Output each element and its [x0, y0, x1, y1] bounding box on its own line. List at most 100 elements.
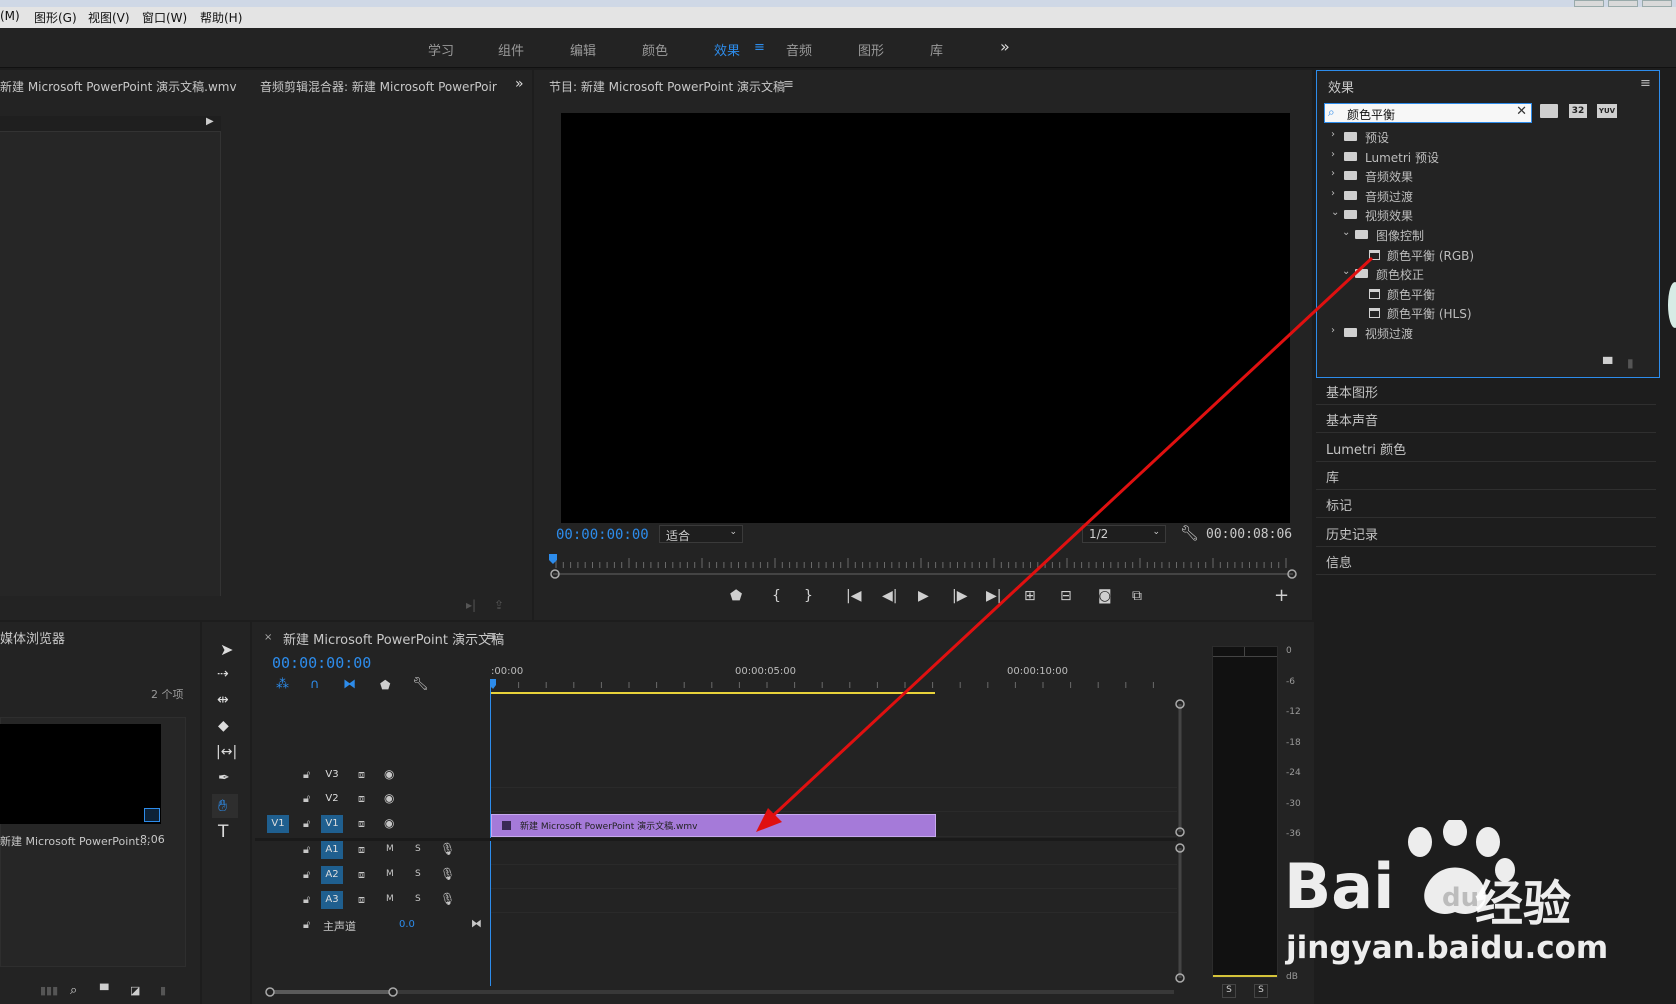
mute-button[interactable]: M: [386, 894, 394, 904]
menu-item-view[interactable]: 视图(V): [88, 9, 130, 26]
linked-selection-icon[interactable]: ⧓: [343, 677, 356, 692]
play-icon[interactable]: ▶: [918, 588, 929, 604]
side-panel-tab[interactable]: 库: [1316, 461, 1656, 490]
media-browser-title[interactable]: 媒体浏览器: [0, 628, 65, 647]
camera-icon[interactable]: ◙: [1098, 588, 1112, 604]
timeline-clip[interactable]: 新建 Microsoft PowerPoint 演示文稿.wmv: [491, 814, 936, 837]
side-panel-tab[interactable]: 基本图形: [1316, 376, 1656, 405]
chevron-down-icon[interactable]: ⌄: [1331, 207, 1339, 218]
maximize-button[interactable]: [1608, 0, 1638, 7]
chevron-right-icon[interactable]: ›: [1331, 168, 1335, 179]
timeline-horizontal-scroll[interactable]: [264, 984, 1184, 1000]
lane-a3[interactable]: [491, 889, 1177, 913]
timeline-timecode[interactable]: 00:00:00:00: [272, 654, 371, 672]
track-a3-label[interactable]: A3: [321, 891, 343, 909]
side-panel-tab[interactable]: 历史记录: [1316, 518, 1656, 547]
tab-editing[interactable]: 编辑: [570, 40, 596, 59]
step-forward-icon[interactable]: |▶: [952, 588, 967, 604]
sync-lock-icon[interactable]: ⧈: [358, 843, 365, 857]
program-video-screen[interactable]: [561, 113, 1290, 523]
mark-in-icon[interactable]: {: [772, 588, 781, 604]
timeline-settings-icon[interactable]: 🔧︎: [412, 677, 429, 692]
sync-lock-icon[interactable]: ⧈: [358, 817, 365, 831]
track-v2-label[interactable]: V2: [321, 790, 343, 808]
pen-tool-icon[interactable]: ✒: [218, 770, 230, 786]
side-panel-tab[interactable]: 基本声音: [1316, 404, 1656, 434]
timeline-title[interactable]: 新建 Microsoft PowerPoint 演示文稿: [283, 629, 504, 648]
lane-a2[interactable]: [491, 865, 1177, 889]
track-a1-label[interactable]: A1: [321, 841, 343, 859]
trash-icon[interactable]: ▮: [160, 984, 166, 997]
tab-libraries[interactable]: 库: [930, 40, 943, 59]
timeline-vertical-scroll[interactable]: [1170, 696, 1190, 986]
program-menu-icon[interactable]: ≡: [783, 77, 794, 92]
workspace-overflow-icon[interactable]: »: [1000, 37, 1010, 56]
list-view-icon[interactable]: ▮▮▮: [40, 984, 58, 997]
effects-menu-icon[interactable]: ≡: [1640, 76, 1651, 91]
tab-effects[interactable]: 效果: [714, 40, 740, 59]
snap-icon[interactable]: ⁂: [276, 677, 289, 692]
export-icon[interactable]: ⇪: [494, 598, 504, 612]
lane-v2[interactable]: [491, 788, 1177, 812]
menu-item-help[interactable]: 帮助(H): [200, 9, 242, 26]
trash-icon[interactable]: ▮: [1627, 356, 1634, 370]
source-panel-title[interactable]: 新建 Microsoft PowerPoint 演示文稿.wmv: [0, 78, 237, 95]
chevron-right-icon[interactable]: ›: [1331, 149, 1335, 160]
find-icon[interactable]: ⌕: [70, 983, 77, 998]
lock-icon[interactable]: 🔓︎: [303, 792, 310, 806]
track-v3-label[interactable]: V3: [321, 766, 343, 784]
microphone-icon[interactable]: 🎙︎: [440, 867, 455, 881]
new-item-icon[interactable]: ◪: [130, 984, 140, 997]
track-v1-label[interactable]: V1: [321, 815, 343, 833]
lock-icon[interactable]: 🔓︎: [303, 893, 310, 907]
effects-search-input[interactable]: ⌕ 颜色平衡 ✕: [1324, 103, 1532, 123]
lock-icon[interactable]: 🔓︎: [303, 868, 310, 882]
yuv-effects-icon[interactable]: YUV: [1597, 104, 1617, 118]
lock-icon[interactable]: 🔓︎: [303, 768, 310, 782]
lock-icon[interactable]: 🔓︎: [303, 918, 310, 932]
effects-panel-title[interactable]: 效果: [1328, 77, 1354, 96]
tab-audio[interactable]: 音频: [786, 40, 812, 59]
clear-search-icon[interactable]: ✕: [1516, 104, 1527, 119]
insert-icon[interactable]: ▸|: [466, 598, 476, 612]
hand-tool-icon[interactable]: ✋︎: [218, 796, 227, 816]
timeline-menu-icon[interactable]: ≡: [486, 629, 497, 644]
eye-icon[interactable]: ◉: [384, 791, 394, 805]
new-bin-icon[interactable]: ▀: [1603, 357, 1612, 371]
edge-scroll-handle[interactable]: [1668, 282, 1676, 328]
tab-learn[interactable]: 学习: [428, 40, 454, 59]
meter-solo-left[interactable]: S: [1222, 984, 1236, 998]
track-select-tool-icon[interactable]: ⇢: [217, 666, 229, 682]
tab-effects-menu-icon[interactable]: ≡: [754, 40, 765, 55]
tab-color[interactable]: 颜色: [642, 40, 668, 59]
lock-icon[interactable]: 🔓︎: [303, 843, 310, 857]
tab-assembly[interactable]: 组件: [498, 40, 524, 59]
project-clip-name[interactable]: 新建 Microsoft PowerPoint...: [0, 833, 150, 849]
project-clip-thumbnail[interactable]: [0, 724, 161, 824]
extract-icon[interactable]: ⊟: [1060, 588, 1072, 604]
type-tool-icon[interactable]: T: [218, 822, 228, 842]
tab-graphics[interactable]: 图形: [858, 40, 884, 59]
side-panel-tab[interactable]: 信息: [1316, 546, 1656, 575]
solo-button[interactable]: S: [415, 844, 421, 854]
side-panel-tab[interactable]: 标记: [1316, 489, 1656, 519]
microphone-icon[interactable]: 🎙︎: [440, 892, 455, 906]
source-patch-v1[interactable]: V1: [267, 815, 289, 833]
sync-lock-icon[interactable]: ⧈: [358, 893, 365, 907]
mute-button[interactable]: M: [386, 869, 394, 879]
accelerated-effects-icon[interactable]: [1540, 104, 1558, 118]
source-overflow-icon[interactable]: »: [515, 76, 524, 92]
magnet-icon[interactable]: ∩: [310, 677, 320, 692]
go-to-end-icon[interactable]: ⧓: [471, 917, 482, 930]
program-time-ruler[interactable]: [548, 550, 1300, 580]
meter-solo-right[interactable]: S: [1254, 984, 1268, 998]
chevron-right-icon[interactable]: ›: [1331, 325, 1335, 336]
add-marker-icon[interactable]: ⬟: [730, 588, 742, 604]
lane-a1[interactable]: [491, 841, 1177, 865]
timeline-ruler[interactable]: [489, 662, 1189, 696]
mark-out-icon[interactable]: }: [804, 588, 813, 604]
menu-item-window[interactable]: 窗口(W): [142, 9, 187, 26]
microphone-icon[interactable]: 🎙︎: [440, 842, 455, 856]
track-a2-label[interactable]: A2: [321, 866, 343, 884]
ripple-edit-tool-icon[interactable]: ⇹: [217, 692, 229, 708]
